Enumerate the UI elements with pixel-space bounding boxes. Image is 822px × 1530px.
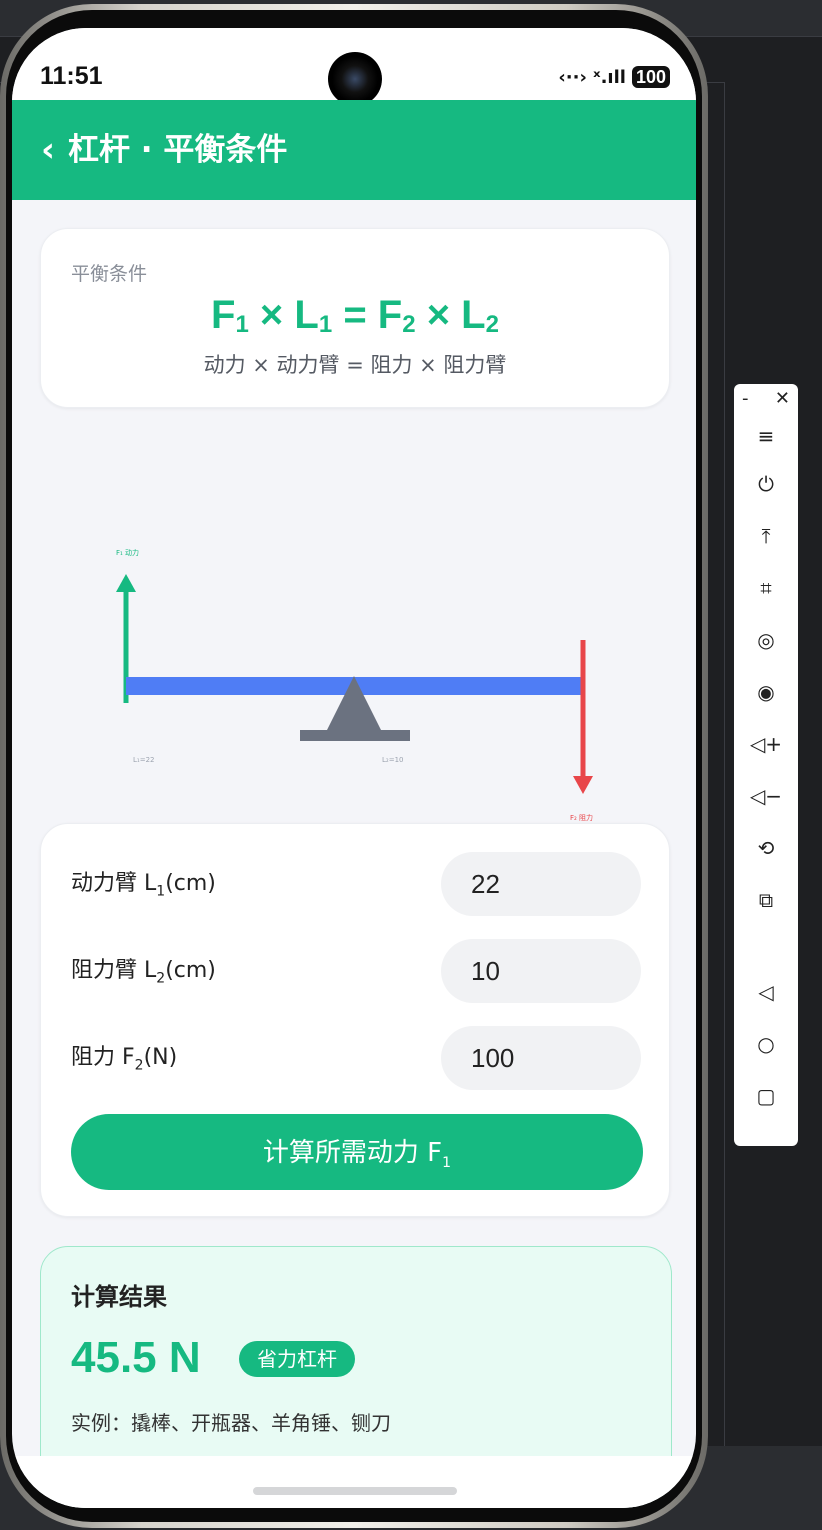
result-value: 45.5 N <box>71 1333 201 1382</box>
rotate-icon[interactable]: ⟲ <box>734 828 798 868</box>
force1-arrow-head <box>116 574 136 592</box>
network-signal-icon: ‹··› ˣ.ıll <box>558 66 626 88</box>
l2-field-label: 阻力臂 L2(cm) <box>71 958 216 987</box>
battery-icon: 100 <box>631 66 670 88</box>
page-title: 杠杆 · 平衡条件 <box>68 132 288 168</box>
gesture-nav-area <box>12 1456 696 1508</box>
force1-label: F₁ 动力 <box>116 548 139 557</box>
volume-down-icon[interactable]: ◁− <box>734 776 798 816</box>
status-time: 11:51 <box>40 62 103 90</box>
fulcrum-base <box>300 730 410 741</box>
result-title: 计算结果 <box>71 1283 167 1311</box>
lever-type-badge: 省力杠杆 <box>239 1341 355 1377</box>
f2-field-label: 阻力 F2(N) <box>71 1045 178 1074</box>
power-icon[interactable]: ⏻ <box>734 464 798 504</box>
front-camera <box>328 52 382 106</box>
l1-input[interactable] <box>441 852 641 916</box>
minimize-icon[interactable]: - <box>742 388 749 409</box>
lever-diagram: F₁ 动力 F₂ 阻力 L₁=22 L₂=10 <box>116 548 593 822</box>
form-row-l1: 动力臂 L1(cm) <box>71 852 641 916</box>
record-icon[interactable]: ◉ <box>734 672 798 712</box>
l1-label: L₁=22 <box>133 756 154 764</box>
phone-screen: 11:51 ‹··› ˣ.ıll 100 ‹ 杠杆 · 平衡条件 平衡条件 F1… <box>12 28 696 1508</box>
force2-label: F₂ 阻力 <box>570 813 593 822</box>
close-icon[interactable]: ✕ <box>775 388 790 409</box>
pin-top-icon[interactable]: ⤒ <box>734 516 798 556</box>
app-header: ‹ 杠杆 · 平衡条件 <box>12 100 696 200</box>
formula-equation: F1 × L1 = F2 × L2 <box>211 293 499 338</box>
back-arrow-icon[interactable]: ‹ <box>30 128 66 172</box>
calculate-button[interactable]: 计算所需动力 F1 <box>71 1114 643 1190</box>
nav-recents-icon[interactable]: ▢ <box>734 1076 798 1116</box>
formula-card: 平衡条件 F1 × L1 = F2 × L2 动力 × 动力臂 = 阻力 × 阻… <box>40 228 670 408</box>
status-bar: 11:51 ‹··› ˣ.ıll 100 <box>12 28 696 106</box>
formula-description: 动力 × 动力臂 = 阻力 × 阻力臂 <box>203 353 507 377</box>
force2-arrow-head <box>573 776 593 794</box>
form-row-l2: 阻力臂 L2(cm) <box>71 939 641 1003</box>
l1-field-label: 动力臂 L1(cm) <box>71 871 216 900</box>
volume-up-icon[interactable]: ◁+ <box>734 724 798 764</box>
result-example: 实例：撬棒、开瓶器、羊角锤、铡刀 <box>71 1411 391 1435</box>
nav-home-icon[interactable]: ○ <box>734 1024 798 1064</box>
f2-input[interactable] <box>441 1026 641 1090</box>
emulator-toolbar: - ✕ ≡ ⏻ ⤒ ⌗ ◎ ◉ ◁+ ◁− ⟲ ⧉ ◁ ○ ▢ <box>734 384 798 1146</box>
menu-icon[interactable]: ≡ <box>734 416 798 456</box>
l2-label: L₂=10 <box>382 756 403 764</box>
status-icons: ‹··› ˣ.ıll 100 <box>558 66 670 88</box>
multi-device-icon[interactable]: ⧉ <box>734 880 798 920</box>
input-form-card: 动力臂 L1(cm) 阻力臂 L2(cm) 阻力 F2(N) 计算所需动力 F1 <box>40 823 670 1217</box>
screenshot-icon[interactable]: ◎ <box>734 620 798 660</box>
nav-back-icon[interactable]: ◁ <box>734 972 798 1012</box>
form-row-f2: 阻力 F2(N) <box>71 1026 641 1090</box>
home-indicator[interactable] <box>253 1487 457 1495</box>
formula-label: 平衡条件 <box>71 263 148 285</box>
crop-icon[interactable]: ⌗ <box>734 568 798 608</box>
l2-input[interactable] <box>441 939 641 1003</box>
